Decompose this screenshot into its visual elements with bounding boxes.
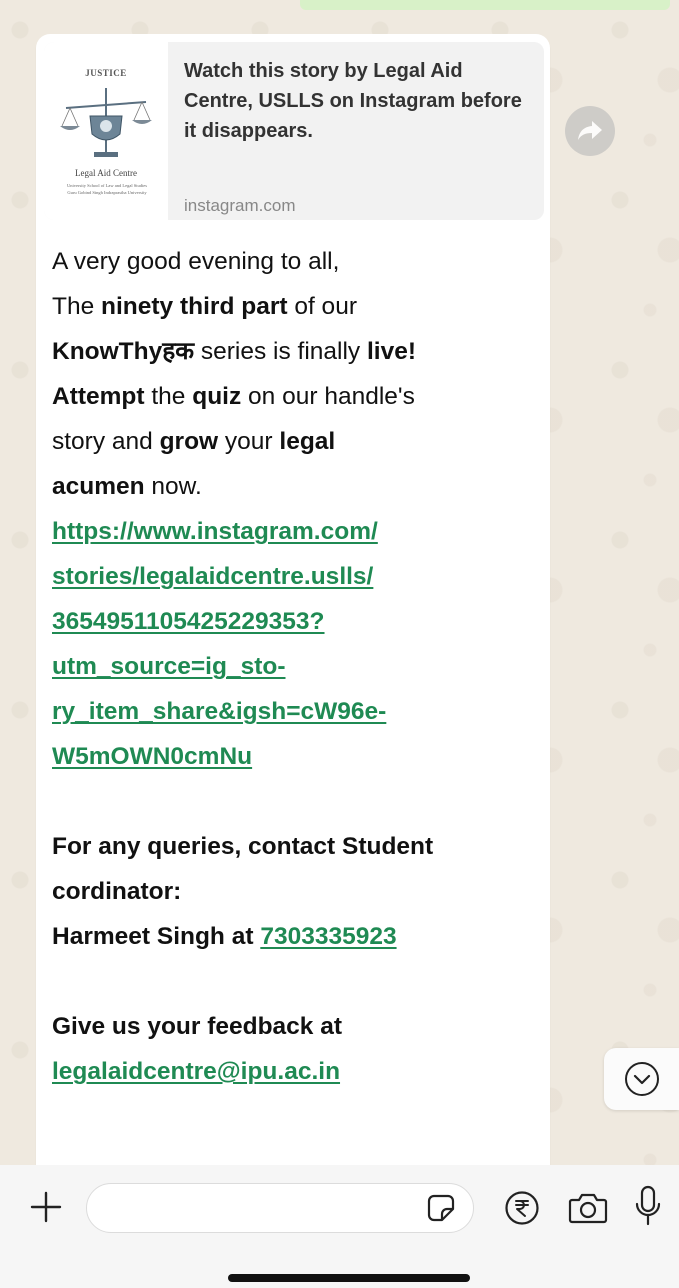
sticker-button[interactable]	[424, 1191, 458, 1225]
bold-text: ninety third part	[101, 293, 288, 320]
instagram-link-line: stories/legalaidcentre.uslls/	[52, 554, 542, 599]
text: the	[144, 383, 193, 410]
link-preview-title: Watch this story by Legal Aid Centre, US…	[184, 60, 522, 142]
bold-text: KnowThyहक	[52, 338, 195, 365]
bold-text: Attempt	[52, 383, 145, 410]
text: your	[218, 428, 280, 455]
camera-icon	[568, 1193, 608, 1224]
bold-text: grow	[159, 428, 219, 455]
text: A very good evening to all,	[52, 248, 340, 275]
plus-icon	[30, 1191, 62, 1223]
text: series is finally	[194, 338, 367, 365]
bold-text: Give us your feedback at	[52, 1013, 343, 1040]
justice-scales-logo	[60, 88, 152, 157]
payment-button[interactable]	[503, 1189, 541, 1227]
rupee-icon	[505, 1191, 539, 1225]
previous-message-edge	[300, 0, 670, 10]
message-line: The ninety third part of our	[52, 284, 542, 329]
bold-text: legal	[279, 428, 336, 455]
message-line: acumen now.	[52, 464, 542, 509]
home-indicator[interactable]	[228, 1274, 470, 1282]
message-line: KnowThyहक series is finally live!	[52, 329, 542, 374]
link-preview-card[interactable]: JUSTICE Legal Aid Centre University Scho…	[44, 42, 544, 220]
forward-button[interactable]	[565, 106, 615, 156]
message-composer	[0, 1165, 679, 1288]
instagram-story-link[interactable]: W5mOWN0cmNu	[52, 743, 252, 770]
attach-button[interactable]	[26, 1187, 66, 1227]
instagram-story-link[interactable]: utm_source=ig_sto-	[52, 653, 286, 680]
camera-button[interactable]	[566, 1189, 610, 1227]
text: story and	[52, 428, 160, 455]
text: of our	[287, 293, 357, 320]
message-text: A very good evening to all, The ninety t…	[52, 239, 542, 1094]
bold-text: quiz	[192, 383, 242, 410]
instagram-link-line: https://www.instagram.com/	[52, 509, 542, 554]
message-line: Attempt the quiz on our handle's	[52, 374, 542, 419]
message-line: For any queries, contact Student	[52, 824, 542, 869]
phone-number-link[interactable]: 7303335923	[260, 923, 396, 950]
instagram-link-line: W5mOWN0cmNu	[52, 734, 542, 779]
thumbnail-top-text: JUSTICE	[85, 68, 127, 78]
message-line: story and grow your legal	[52, 419, 542, 464]
instagram-link-line: ry_item_share&igsh=cW96e-	[52, 689, 542, 734]
bold-text: For any queries, contact Student	[52, 833, 434, 860]
message-line: legalaidcentre@ipu.ac.in	[52, 1049, 542, 1094]
message-bubble[interactable]: JUSTICE Legal Aid Centre University Scho…	[36, 34, 550, 1194]
text: now.	[144, 473, 202, 500]
instagram-link-line: utm_source=ig_sto-	[52, 644, 542, 689]
message-line: cordinator:	[52, 869, 542, 914]
message-line: Give us your feedback at	[52, 1004, 542, 1049]
bold-text: live!	[367, 338, 417, 365]
link-preview-thumbnail: JUSTICE Legal Aid Centre University Scho…	[44, 42, 168, 220]
bold-text: Harmeet Singh at	[52, 923, 261, 950]
email-link[interactable]: legalaidcentre@ipu.ac.in	[52, 1058, 340, 1085]
instagram-story-link[interactable]: ry_item_share&igsh=cW96e-	[52, 698, 386, 725]
text: The	[52, 293, 102, 320]
sticker-icon	[427, 1194, 455, 1222]
link-preview-domain: instagram.com	[184, 196, 296, 215]
chevron-down-circle-icon	[624, 1062, 659, 1096]
text: on our handle's	[241, 383, 415, 410]
instagram-story-link[interactable]: 3654951105425229353?	[52, 608, 325, 635]
message-line: A very good evening to all,	[52, 239, 542, 284]
thumbnail-subtitle: University School of Law and Legal Studi…	[46, 182, 168, 196]
microphone-icon	[635, 1185, 661, 1226]
instagram-story-link[interactable]: stories/legalaidcentre.uslls/	[52, 563, 373, 590]
voice-message-button[interactable]	[631, 1183, 665, 1229]
scroll-to-bottom-button[interactable]	[604, 1048, 679, 1110]
message-input[interactable]	[86, 1183, 474, 1233]
thumbnail-subtitle-line: Guru Gobind Singh Indraprastha Universit…	[67, 190, 147, 195]
instagram-link-line: 3654951105425229353?	[52, 599, 542, 644]
thumbnail-title: Legal Aid Centre	[75, 168, 137, 178]
message-line: Harmeet Singh at 7303335923	[52, 914, 542, 959]
bold-text: acumen	[52, 473, 145, 500]
bold-text: cordinator:	[52, 878, 182, 905]
instagram-story-link[interactable]: https://www.instagram.com/	[52, 518, 378, 545]
forward-icon	[578, 121, 602, 140]
thumbnail-subtitle-line: University School of Law and Legal Studi…	[67, 183, 147, 188]
